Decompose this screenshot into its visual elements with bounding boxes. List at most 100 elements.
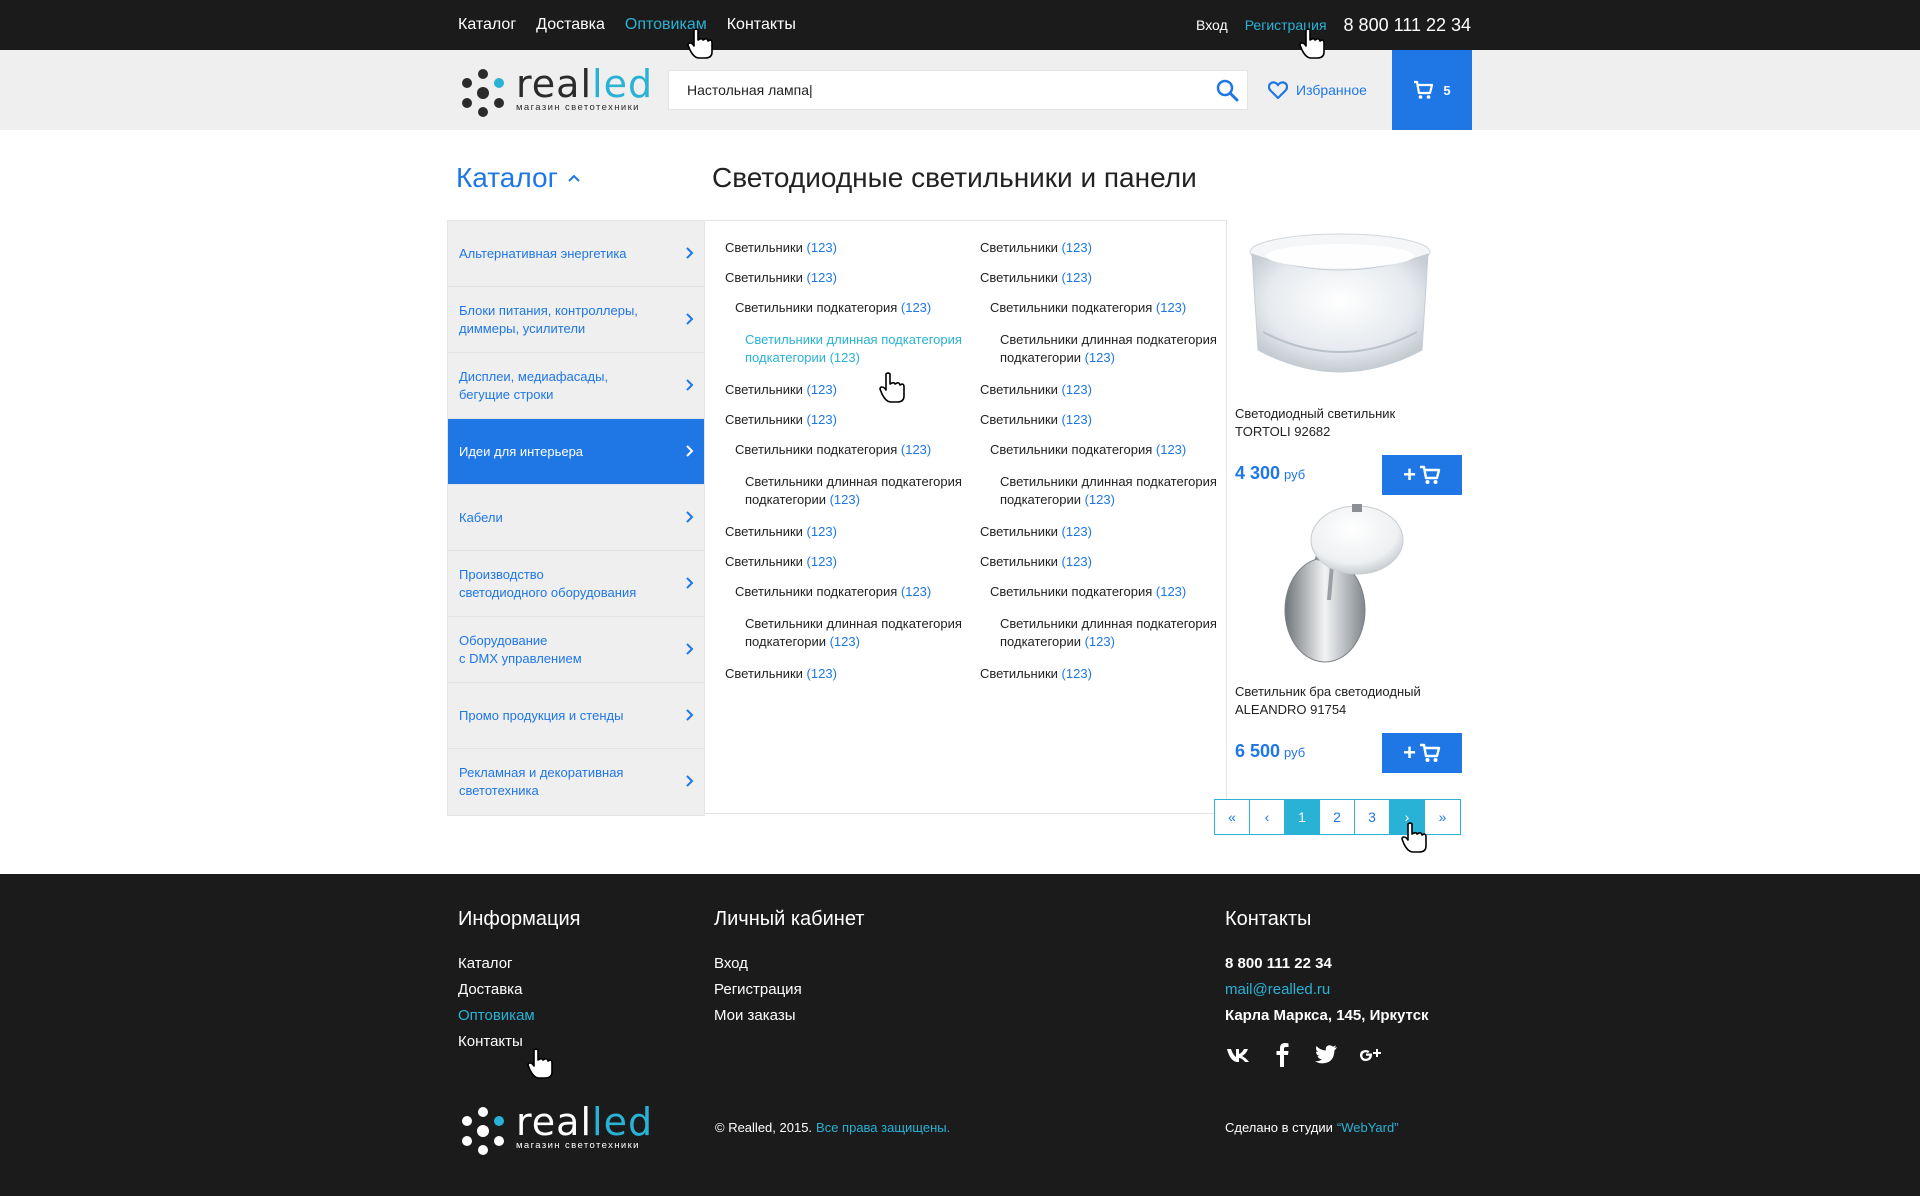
subcategory-link[interactable]: Светильники (123)	[725, 553, 965, 571]
subcategory-link[interactable]: Светильники (123)	[725, 523, 965, 541]
subcategory-link[interactable]: Светильники (123)	[980, 239, 1220, 257]
subcategory-link[interactable]: Светильники (123)	[980, 523, 1220, 541]
subcategory-link[interactable]: Светильники подкатегория (123)	[990, 299, 1220, 317]
product-name[interactable]: Светодиодный светильник TORTOLI 92682	[1235, 405, 1467, 441]
sidebar-item-displays[interactable]: Дисплеи, медиафасады, бегущие строки	[448, 353, 705, 419]
subcategory-link[interactable]: Светильники длинная подкатегория подкате…	[745, 615, 965, 651]
footer-info: Информация Каталог Доставка Оптовикам Ко…	[458, 908, 580, 1055]
subcategory-name: Светильники	[725, 412, 803, 427]
subcategory-link[interactable]: Светильники (123)	[980, 411, 1220, 429]
logo-mark-icon	[462, 1107, 504, 1155]
subcategory-name: Светильники	[725, 382, 803, 397]
subcategory-panel: Светильники (123) Светильники (123) Светил…	[704, 220, 1227, 814]
search-input[interactable]	[669, 71, 1199, 109]
pagination-next[interactable]: ›	[1390, 800, 1425, 834]
subcategory-link[interactable]: Светильники длинная подкатегория подкате…	[1000, 615, 1220, 651]
subcategory-name: Светильники подкатегория	[990, 584, 1153, 599]
footer-logo[interactable]: realled магазин светотехники	[458, 1100, 658, 1156]
subcategory-link[interactable]: Светильники (123)	[980, 269, 1220, 287]
pagination-page-2[interactable]: 2	[1320, 800, 1355, 834]
subcategory-link[interactable]: Светильники длинная подкатегория подкате…	[1000, 331, 1220, 367]
sidebar-item-cables[interactable]: Кабели	[448, 485, 705, 551]
subcategory-link[interactable]: Светильники (123)	[980, 665, 1220, 683]
sidebar-item-promo[interactable]: Промо продукция и стенды	[448, 683, 705, 749]
subcategory-count: (123)	[1061, 412, 1092, 427]
subcategory-link[interactable]: Светильники (123)	[725, 239, 965, 257]
subcategory-link[interactable]: Светильники подкатегория (123)	[735, 299, 965, 317]
rights-link[interactable]: Все права защищены.	[816, 1120, 950, 1135]
chevron-right-icon	[686, 313, 694, 325]
top-nav-wholesale[interactable]: Оптовикам	[625, 16, 707, 34]
subcategory-link[interactable]: Светильники подкатегория (123)	[735, 583, 965, 601]
vk-icon[interactable]	[1225, 1041, 1251, 1067]
logo[interactable]: realled магазин светотехники	[458, 62, 658, 118]
catalog-toggle[interactable]: Каталог	[456, 162, 580, 194]
pagination-last[interactable]: »	[1425, 800, 1460, 834]
sidebar-item-dmx[interactable]: Оборудование с DMX управлением	[448, 617, 705, 683]
footer-link-register[interactable]: Регистрация	[714, 977, 864, 1003]
twitter-icon[interactable]	[1313, 1041, 1339, 1067]
pagination-page-3[interactable]: 3	[1355, 800, 1390, 834]
search-icon[interactable]	[1215, 78, 1239, 102]
subcategory-link[interactable]: Светильники (123)	[725, 381, 965, 399]
sidebar-item-alt-energy[interactable]: Альтернативная энергетика	[448, 221, 705, 287]
product-image-tortoli[interactable]	[1239, 222, 1441, 392]
subcategory-link[interactable]: Светильники длинная подкатегория подкате…	[745, 473, 965, 509]
subcategory-link[interactable]: Светильники (123)	[725, 411, 965, 429]
subcategory-name: Светильники	[725, 666, 803, 681]
subcategory-count: (123)	[1084, 492, 1115, 507]
footer-contacts: Контакты 8 800 111 22 34 mail@realled.ru…	[1225, 908, 1429, 1067]
subcategory-column-2: Светильники (123) Светильники (123) Светил…	[980, 239, 1220, 695]
footer-info-title: Информация	[458, 908, 581, 930]
add-to-cart-button[interactable]: +	[1382, 733, 1462, 773]
top-nav-contacts[interactable]: Контакты	[727, 16, 796, 34]
sidebar-item-advertising[interactable]: Рекламная и декоративная светотехника	[448, 749, 705, 815]
footer-link-delivery[interactable]: Доставка	[458, 977, 580, 1003]
pagination-first[interactable]: «	[1215, 800, 1250, 834]
footer-link-catalog[interactable]: Каталог	[458, 951, 580, 977]
footer-link-login[interactable]: Вход	[714, 951, 864, 977]
sidebar-item-interior-ideas[interactable]: Идеи для интерьера	[448, 419, 705, 485]
subcategory-link[interactable]: Светильники (123)	[725, 269, 965, 287]
subcategory-link[interactable]: Светильники подкатегория (123)	[735, 441, 965, 459]
subcategory-name: Светильники	[725, 554, 803, 569]
footer-link-wholesale[interactable]: Оптовикам	[458, 1003, 580, 1029]
register-link[interactable]: Регистрация	[1245, 17, 1327, 33]
subcategory-link[interactable]: Светильники длинная подкатегория подкате…	[745, 331, 965, 367]
subcategory-link[interactable]: Светильники подкатегория (123)	[990, 441, 1220, 459]
subcategory-link[interactable]: Светильники длинная подкатегория подкате…	[1000, 473, 1220, 509]
social-links	[1225, 1041, 1429, 1067]
sidebar-item-led-production[interactable]: Производство светодиодного оборудования	[448, 551, 705, 617]
catalog-title: Каталог	[456, 162, 558, 193]
sidebar-item-label: Рекламная и декоративная светотехника	[459, 765, 624, 798]
cart-button[interactable]: 5	[1392, 50, 1472, 130]
top-nav-catalog[interactable]: Каталог	[458, 16, 516, 34]
sidebar-item-label: Дисплеи, медиафасады, бегущие строки	[459, 368, 609, 402]
footer-link-contacts[interactable]: Контакты	[458, 1029, 580, 1055]
google-plus-icon[interactable]	[1357, 1041, 1383, 1067]
sidebar-item-power-supplies[interactable]: Блоки питания, контроллеры, диммеры, уси…	[448, 287, 705, 353]
facebook-icon[interactable]	[1269, 1041, 1295, 1067]
cart-count: 5	[1443, 82, 1451, 98]
subcategory-link[interactable]: Светильники подкатегория (123)	[990, 583, 1220, 601]
subcategory-link[interactable]: Светильники (123)	[980, 381, 1220, 399]
product-image-aleandro[interactable]	[1239, 500, 1441, 670]
pagination-page-1[interactable]: 1	[1285, 800, 1320, 834]
pagination-prev[interactable]: ‹	[1250, 800, 1285, 834]
login-link[interactable]: Вход	[1196, 17, 1228, 33]
logo-mark-icon	[462, 69, 504, 117]
add-to-cart-button[interactable]: +	[1382, 455, 1462, 495]
studio-link[interactable]: “WebYard”	[1337, 1120, 1399, 1135]
subcategory-column-1: Светильники (123) Светильники (123) Светил…	[725, 239, 965, 695]
top-nav-delivery[interactable]: Доставка	[536, 16, 605, 34]
subcategory-link[interactable]: Светильники (123)	[725, 665, 965, 683]
chevron-right-icon	[686, 247, 694, 259]
product-name[interactable]: Светильник бра светодиодный ALEANDRO 917…	[1235, 683, 1467, 719]
subcategory-link[interactable]: Светильники (123)	[980, 553, 1220, 571]
copyright: © Realled, 2015. Все права защищены.	[715, 1120, 951, 1135]
footer-phone: 8 800 111 22 34	[1225, 955, 1332, 972]
subcategory-name: Светильники подкатегория	[735, 584, 898, 599]
favorites-button[interactable]: Избранное	[1268, 50, 1367, 130]
footer-link-orders[interactable]: Мои заказы	[714, 1003, 864, 1029]
footer-email[interactable]: mail@realled.ru	[1225, 977, 1429, 1003]
